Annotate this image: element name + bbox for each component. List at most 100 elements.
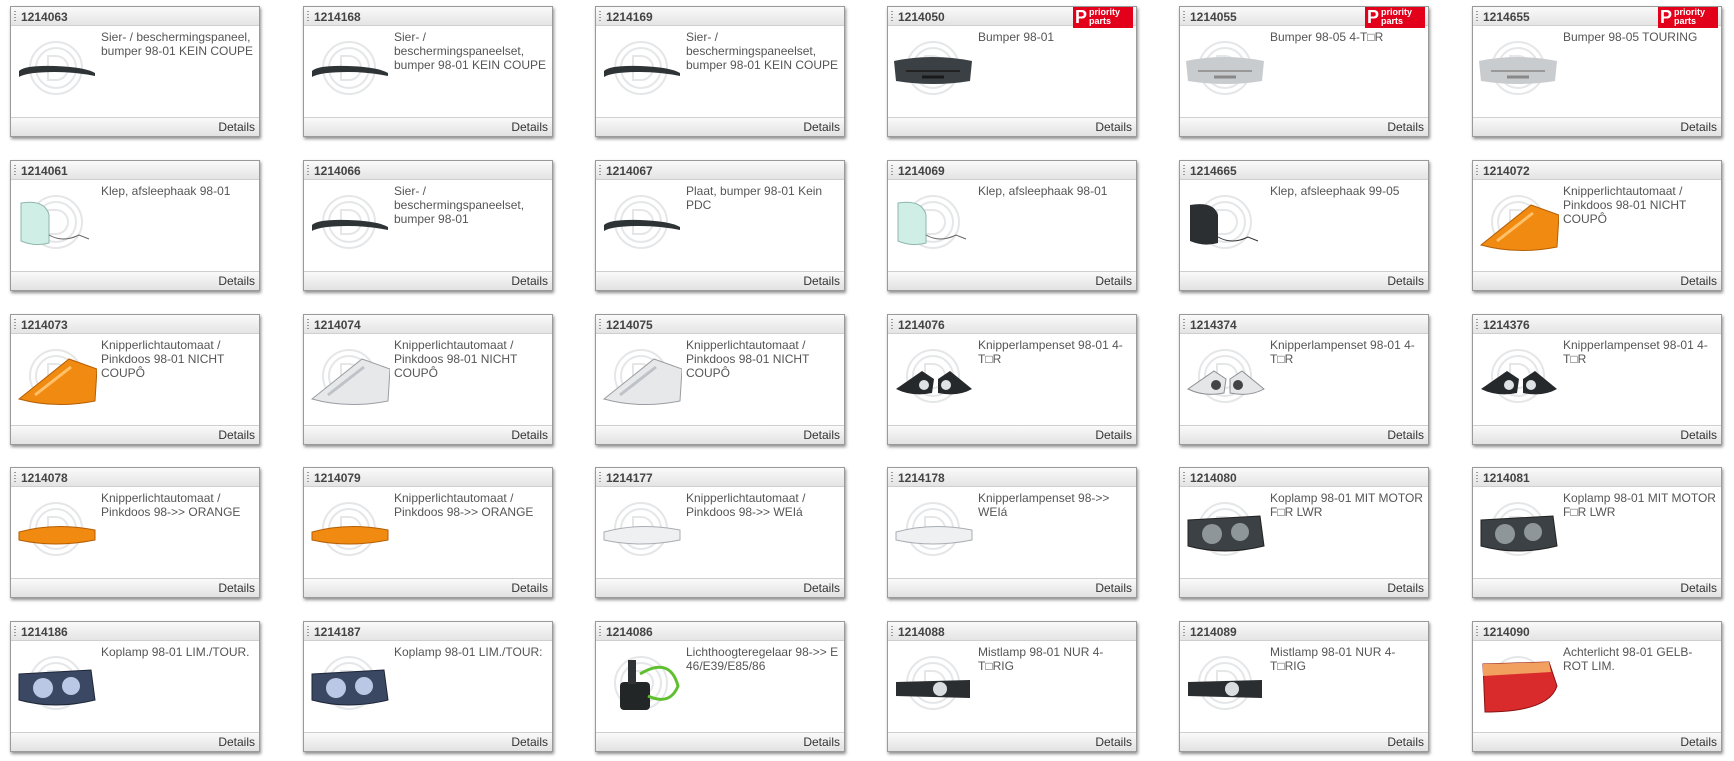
trim-strip-icon[interactable] [600,185,682,259]
product-card[interactable]: 1214186 Koplamp 98-01 LIM./TOUR. Details [10,621,260,752]
product-card[interactable]: 1214089 Mistlamp 98-01 NUR 4-T□RIG Detai… [1179,621,1429,752]
product-number[interactable]: 1214177 [606,471,653,485]
product-card[interactable]: 1214080 Koplamp 98-01 MIT MOTOR F□R LWR … [1179,467,1429,598]
side-marker-clear-icon[interactable] [892,492,974,566]
product-number[interactable]: 1214067 [606,164,653,178]
product-number[interactable]: 1214075 [606,318,653,332]
product-card[interactable]: 1214069 Klep, afsleephaak 98-01 Details [887,160,1137,291]
product-card[interactable]: 1214074 Knipperlichtautomaat / Pinkdoos … [303,314,553,445]
details-link[interactable]: Details [1095,274,1132,288]
product-card[interactable]: 1214079 Knipperlichtautomaat / Pinkdoos … [303,467,553,598]
details-link[interactable]: Details [1387,120,1424,134]
product-number[interactable]: 1214089 [1190,625,1237,639]
trim-strip-icon[interactable] [600,31,682,105]
product-number[interactable]: 1214178 [898,471,945,485]
headlamp-dark-icon[interactable] [1184,492,1266,566]
corner-lamp-orange-icon[interactable] [1477,185,1559,259]
bumper-dark-icon[interactable] [892,31,974,105]
details-link[interactable]: Details [1387,735,1424,749]
product-card[interactable]: 1214187 Koplamp 98-01 LIM./TOUR: Details [303,621,553,752]
details-link[interactable]: Details [511,274,548,288]
level-motor-icon[interactable] [600,646,682,720]
product-card[interactable]: 1214655 P priority parts Bumper 98-05 TO… [1472,6,1722,137]
product-card[interactable]: 1214168 Sier- / beschermingspaneelset, b… [303,6,553,137]
bumper-light-icon[interactable] [1477,31,1559,105]
trim-strip-icon[interactable] [308,31,390,105]
details-link[interactable]: Details [511,120,548,134]
details-link[interactable]: Details [218,581,255,595]
product-card[interactable]: 1214066 Sier- / beschermingspaneelset, b… [303,160,553,291]
fog-lamp-icon[interactable] [892,646,974,720]
details-link[interactable]: Details [218,120,255,134]
product-card[interactable]: 1214081 Koplamp 98-01 MIT MOTOR F□R LWR … [1472,467,1722,598]
details-link[interactable]: Details [1680,581,1717,595]
headlamp-dark-icon[interactable] [1477,492,1559,566]
product-card[interactable]: 1214169 Sier- / beschermingspaneelset, b… [595,6,845,137]
headlamp-blue-icon[interactable] [15,646,97,720]
details-link[interactable]: Details [1095,735,1132,749]
product-number[interactable]: 1214050 [898,10,945,24]
corner-lamp-clear-icon[interactable] [600,339,682,413]
product-number[interactable]: 1214187 [314,625,361,639]
details-link[interactable]: Details [511,428,548,442]
details-link[interactable]: Details [803,428,840,442]
details-link[interactable]: Details [1095,428,1132,442]
product-number[interactable]: 1214186 [21,625,68,639]
details-link[interactable]: Details [511,735,548,749]
product-number[interactable]: 1214080 [1190,471,1237,485]
trim-strip-icon[interactable] [15,31,97,105]
tail-light-icon[interactable] [1477,646,1559,720]
product-number[interactable]: 1214168 [314,10,361,24]
product-number[interactable]: 1214376 [1483,318,1530,332]
details-link[interactable]: Details [1680,120,1717,134]
details-link[interactable]: Details [1387,274,1424,288]
product-number[interactable]: 1214374 [1190,318,1237,332]
product-number[interactable]: 1214088 [898,625,945,639]
product-card[interactable]: 1214088 Mistlamp 98-01 NUR 4-T□RIG Detai… [887,621,1137,752]
tow-cover-light-icon[interactable] [892,185,974,259]
product-card[interactable]: 1214090 Achterlicht 98-01 GELB-ROT LIM. … [1472,621,1722,752]
product-number[interactable]: 1214063 [21,10,68,24]
details-link[interactable]: Details [218,735,255,749]
product-card[interactable]: 1214067 Plaat, bumper 98-01 Kein PDC Det… [595,160,845,291]
trim-strip-icon[interactable] [308,185,390,259]
product-card[interactable]: 1214078 Knipperlichtautomaat / Pinkdoos … [10,467,260,598]
product-card[interactable]: 1214075 Knipperlichtautomaat / Pinkdoos … [595,314,845,445]
product-number[interactable]: 1214079 [314,471,361,485]
product-card[interactable]: 1214376 Knipperlampenset 98-01 4-T□R Det… [1472,314,1722,445]
tow-cover-dark-icon[interactable] [1184,185,1266,259]
product-number[interactable]: 1214078 [21,471,68,485]
product-number[interactable]: 1214055 [1190,10,1237,24]
product-number[interactable]: 1214072 [1483,164,1530,178]
lamp-pair-dark-icon[interactable] [1477,339,1559,413]
product-card[interactable]: 1214086 Lichthoogteregelaar 98->> E 46/E… [595,621,845,752]
product-card[interactable]: 1214374 Knipperlampenset 98-01 4-T□R Det… [1179,314,1429,445]
side-marker-orange-icon[interactable] [15,492,97,566]
product-card[interactable]: 1214177 Knipperlichtautomaat / Pinkdoos … [595,467,845,598]
product-number[interactable]: 1214076 [898,318,945,332]
product-number[interactable]: 1214073 [21,318,68,332]
product-number[interactable]: 1214074 [314,318,361,332]
product-number[interactable]: 1214086 [606,625,653,639]
corner-lamp-clear-icon[interactable] [308,339,390,413]
bumper-light-icon[interactable] [1184,31,1266,105]
product-number[interactable]: 1214061 [21,164,68,178]
details-link[interactable]: Details [1095,581,1132,595]
details-link[interactable]: Details [1387,581,1424,595]
product-card[interactable]: 1214063 Sier- / beschermingspaneel, bump… [10,6,260,137]
side-marker-clear-icon[interactable] [600,492,682,566]
side-marker-orange-icon[interactable] [308,492,390,566]
product-number[interactable]: 1214066 [314,164,361,178]
corner-lamp-orange-icon[interactable] [15,339,97,413]
details-link[interactable]: Details [1680,274,1717,288]
details-link[interactable]: Details [803,120,840,134]
details-link[interactable]: Details [803,735,840,749]
details-link[interactable]: Details [511,581,548,595]
product-card[interactable]: 1214665 Klep, afsleephaak 99-05 Details [1179,160,1429,291]
product-card[interactable]: 1214073 Knipperlichtautomaat / Pinkdoos … [10,314,260,445]
product-card[interactable]: 1214055 P priority parts Bumper 98-05 4-… [1179,6,1429,137]
fog-lamp-icon[interactable] [1184,646,1266,720]
lamp-pair-clear-icon[interactable] [1184,339,1266,413]
product-number[interactable]: 1214069 [898,164,945,178]
product-card[interactable]: 1214072 Knipperlichtautomaat / Pinkdoos … [1472,160,1722,291]
